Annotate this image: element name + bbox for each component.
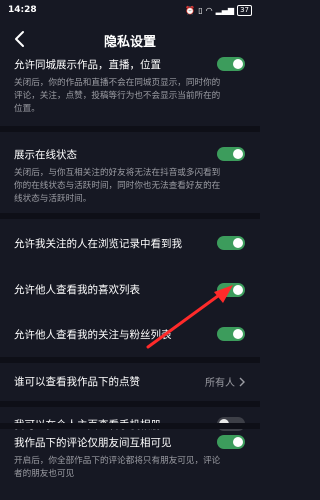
setting-likes-list: 允许他人查看我的喜欢列表 (0, 265, 260, 311)
setting-follow-fans-list: 允许他人查看我的关注与粉丝列表 (0, 311, 260, 357)
browse-history-toggle[interactable] (217, 236, 245, 250)
toggle-knob (233, 59, 243, 69)
clock: 14:28 (8, 5, 37, 15)
selected-value: 所有人 (205, 378, 235, 389)
comments-friends-only-toggle[interactable] (217, 435, 245, 449)
toggle-knob (233, 285, 243, 295)
status-bar: 14:28 ⏰ ▯ ◠ ▂▄▆ 37 (0, 0, 260, 22)
nearby-display-toggle[interactable] (217, 57, 245, 71)
nav-bar: 隐私设置 (0, 22, 260, 56)
setting-title: 我作品下的评论仅朋友间互相可见 (14, 437, 172, 449)
setting-browse-history: 允许我关注的人在浏览记录中看到我 (0, 219, 260, 265)
setting-online-status: 展示在线状态 关闭后，与你互相关注的好友将无法在抖音或多闪看到你的在线状态与活跃… (0, 132, 260, 204)
battery-icon: 37 (237, 5, 252, 16)
wifi-icon: ◠ (205, 6, 213, 15)
setting-title: 允许我关注的人在浏览记录中看到我 (14, 238, 182, 250)
follow-fans-list-toggle[interactable] (217, 327, 245, 341)
status-icons: ⏰ ▯ ◠ ▂▄▆ 37 (185, 5, 252, 16)
online-status-toggle[interactable] (217, 147, 245, 161)
setting-title: 谁可以查看我作品下的点赞 (14, 376, 140, 388)
likes-list-toggle[interactable] (217, 283, 245, 297)
setting-nearby-display: 允许同城展示作品，直播，位置 关闭后，你的作品和直播不会在同城页显示，同时你的评… (0, 52, 260, 126)
toggle-knob (233, 149, 243, 159)
toggle-knob (233, 238, 243, 248)
setting-title: 展示在线状态 (14, 149, 77, 161)
setting-description: 关闭后，你的作品和直播不会在同城页显示，同时你的评论，关注，点赞，投稿等行为也不… (14, 78, 221, 114)
setting-title: 允许他人查看我的关注与粉丝列表 (14, 329, 172, 341)
toggle-knob (233, 329, 243, 339)
alarm-icon: ⏰ (185, 6, 196, 15)
setting-title: 允许同城展示作品，直播，位置 (14, 59, 161, 71)
setting-title: 允许他人查看我的喜欢列表 (14, 284, 140, 296)
toggle-knob (233, 437, 243, 447)
visibility-selector[interactable]: 所有人 (205, 374, 246, 389)
setting-description: 开启后，你全部作品下的评论都将只有朋友可见，评论者的朋友也可见 (14, 456, 221, 479)
chevron-right-icon (239, 377, 245, 386)
setting-work-likes-visibility[interactable]: 谁可以查看我作品下的点赞 所有人 (0, 363, 260, 401)
page-title: 隐私设置 (103, 35, 156, 50)
setting-comments-friends-only: 我作品下的评论仅朋友间互相可见 开启后，你全部作品下的评论都将只有朋友可见，评论… (0, 429, 260, 500)
signal-icon: ▂▄▆ (215, 6, 235, 15)
vibrate-icon: ▯ (198, 6, 203, 15)
setting-description: 关闭后，与你互相关注的好友将无法在抖音或多闪看到你的在线状态与活跃时间，同时你也… (14, 168, 221, 204)
